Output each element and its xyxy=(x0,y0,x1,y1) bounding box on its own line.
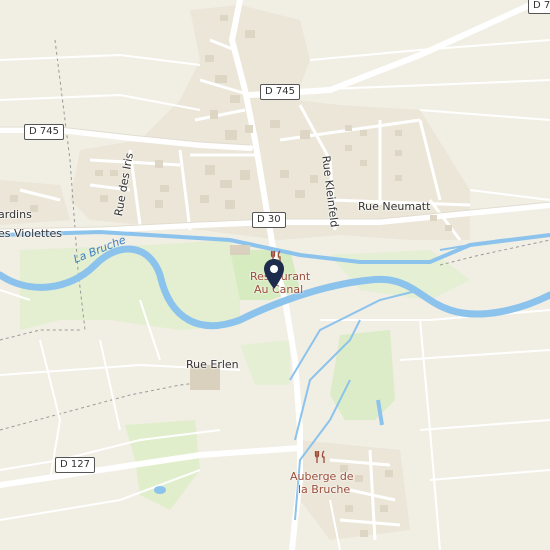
street-label-rue-erlen: Rue Erlen xyxy=(186,358,239,371)
street-label-rue-violettes: es Violettes xyxy=(0,227,63,240)
map-view[interactable]: D 745 D 745 D 7 D 30 D 127 Rue des Iris … xyxy=(0,0,550,550)
road-shield-d30: D 30 xyxy=(252,212,286,228)
street-label-rue-neumatt: Rue Neumatt xyxy=(358,200,431,213)
road-shield-d7: D 7 xyxy=(528,0,550,14)
fork-knife-icon xyxy=(314,450,325,463)
road-shield-d745-west: D 745 xyxy=(24,124,64,140)
street-label-rue-jardins: ardins xyxy=(0,208,32,221)
road-shield-d745-north: D 745 xyxy=(260,84,300,100)
road-shield-d127: D 127 xyxy=(55,457,95,473)
pond-south xyxy=(154,486,166,494)
poi-label-line2: la Bruche xyxy=(298,483,351,496)
poi-auberge-de-la-bruche[interactable]: Auberge de la Bruche xyxy=(288,450,358,500)
green-area-east xyxy=(330,330,395,420)
location-pin-icon[interactable] xyxy=(263,258,285,290)
poi-label-line1: Auberge de xyxy=(290,470,354,483)
